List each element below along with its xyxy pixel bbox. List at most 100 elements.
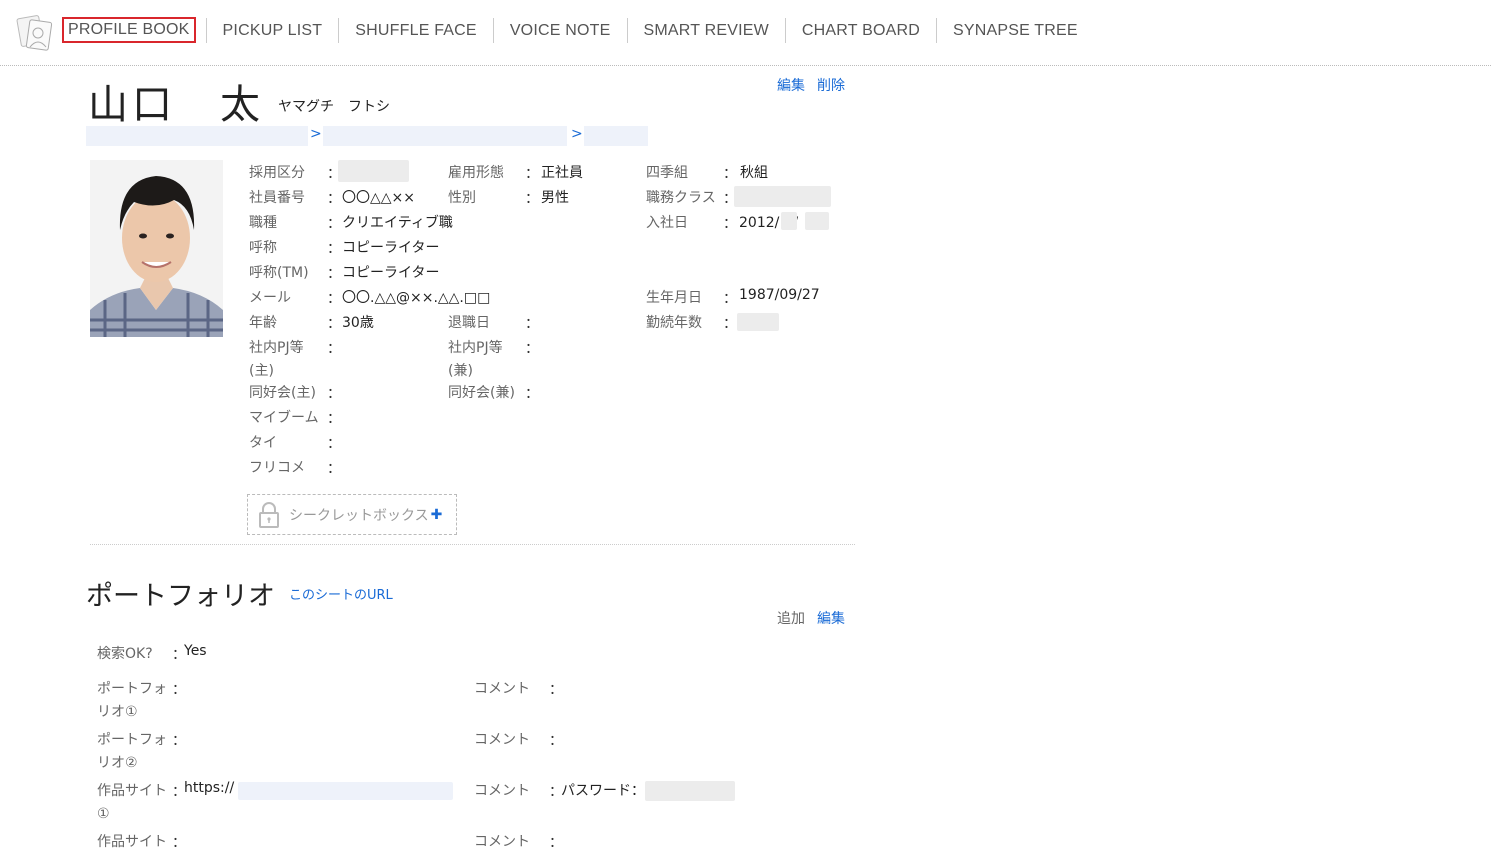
value-shiki: 秋組 [740,165,768,181]
colon: ： [172,835,186,851]
section-divider [90,544,855,545]
label-shain: 社員番号 [249,190,305,206]
site-url-link[interactable]: https:// [184,780,234,796]
value-kosho: コピーライター [342,240,440,256]
label-kosho-tm: 呼称(TM) [249,265,309,281]
delete-link[interactable]: 削除 [817,78,845,94]
nav-voice-note[interactable]: VOICE NOTE [492,17,627,43]
add-link[interactable]: 追加 [777,611,805,627]
email-link[interactable]: 〇〇.△△@××.△△.□□ [342,287,490,307]
top-nav: PROFILE BOOK PICKUP LIST SHUFFLE FACE VO… [0,0,1491,66]
colon: ： [549,733,563,749]
colon: ： [723,316,737,332]
label-koyo: 雇用形態 [448,165,504,181]
profile-name: 山口 太 [88,82,264,128]
value-shokushu: クリエイティブ職 [342,215,453,231]
value-kinzoku-redacted [737,313,779,331]
label-mail: メール [249,290,291,306]
colon: ： [327,461,341,477]
label-kosho: 呼称 [249,240,277,256]
colon: ： [327,341,341,357]
colon: ： [172,682,186,698]
colon: ： [327,266,341,282]
portfolio-edit-link[interactable]: 編集 [817,611,845,627]
plus-icon: ✚ [430,506,443,523]
sheet-url-link[interactable]: このシートのURL [289,584,393,603]
colon: ： [327,411,341,427]
breadcrumb-item-3[interactable] [584,126,648,146]
nav-synapse-tree[interactable]: SYNAPSE TREE [935,17,1094,43]
lock-icon [258,501,280,528]
secret-box-label: シークレットボックス [289,507,429,524]
label-shokumu: 職務クラス [646,190,716,206]
colon: ： [525,386,539,402]
label-portfolio-2: ポートフォリオ② [97,732,167,771]
colon: ： [723,216,737,232]
label-comment-4: コメント [474,834,530,850]
portfolio-title: ポートフォリオ [86,581,275,612]
site-url-redacted [238,782,453,800]
label-nyusha: 入社日 [646,215,688,231]
label-shiki: 四季組 [646,165,688,181]
colon: ： [525,316,539,332]
colon: ： [327,241,341,257]
value-birthday: 1987/09/27 [739,287,820,303]
label-shokushu: 職種 [249,215,277,231]
value-koyo: 正社員 [541,165,583,181]
value-search-ok: Yes [184,643,207,659]
secret-box-button[interactable]: シークレットボックス ✚ [247,494,457,535]
value-age: 30歳 [342,315,374,331]
colon: ： [525,341,539,357]
colon: ： [327,216,341,232]
value-shokumu-redacted [734,186,831,207]
label-club-sub: 同好会(兼) [448,385,515,401]
profile-actions: 編集 削除 [777,75,857,95]
label-birthday: 生年月日 [646,290,702,306]
app-logo-icon[interactable] [16,11,54,53]
colon: ： [327,191,341,207]
label-portfolio-1: ポートフォリオ① [97,681,167,720]
label-myboom: マイブーム [249,410,319,426]
colon: ： [327,386,341,402]
nav-chart-board[interactable]: CHART BOARD [784,17,936,43]
label-taishoku: 退職日 [448,315,490,331]
breadcrumb-item-2[interactable] [323,126,567,146]
value-comment-3: パスワード： [561,783,645,799]
colon: ： [549,835,563,851]
label-comment-2: コメント [474,732,530,748]
breadcrumb-separator: > [310,126,322,142]
label-site-1: 作品サイト① [97,783,167,822]
password-redacted [645,781,735,801]
label-saiyo: 採用区分 [249,165,305,181]
label-pj-sub: 社内PJ等(兼) [448,340,503,379]
profile-kana: ヤマグチ フトシ [278,99,390,115]
colon: ： [723,291,737,307]
nav-profile-book[interactable]: PROFILE BOOK [62,17,196,43]
label-free: フリコメ [249,460,305,476]
label-seibetsu: 性別 [448,190,476,206]
colon: ： [525,191,539,207]
colon: ： [549,682,563,698]
value-nyusha-month-redacted [781,212,797,230]
value-shain: 〇〇△△×× [342,190,415,206]
nav-shuffle-face[interactable]: SHUFFLE FACE [338,17,493,43]
value-seibetsu: 男性 [541,190,569,206]
label-tai: タイ [249,435,277,451]
nav-smart-review[interactable]: SMART REVIEW [626,17,785,43]
value-saiyo-redacted [338,160,409,182]
label-comment-1: コメント [474,681,530,697]
colon: ： [723,166,737,182]
colon: ： [327,291,341,307]
label-kinzoku: 勤続年数 [646,315,702,331]
edit-link[interactable]: 編集 [777,78,805,94]
label-search-ok: 検索OK? [97,646,153,662]
colon: ： [327,436,341,452]
breadcrumb-item-1[interactable] [86,126,308,146]
label-age: 年齢 [249,315,277,331]
label-pj-main: 社内PJ等(主) [249,340,304,379]
value-kosho-tm: コピーライター [342,265,440,281]
portfolio-actions: 追加 編集 [777,608,845,628]
nav-pickup-list[interactable]: PICKUP LIST [205,17,339,43]
colon: ： [525,166,539,182]
nav-menu: PROFILE BOOK PICKUP LIST SHUFFLE FACE VO… [62,17,1094,43]
